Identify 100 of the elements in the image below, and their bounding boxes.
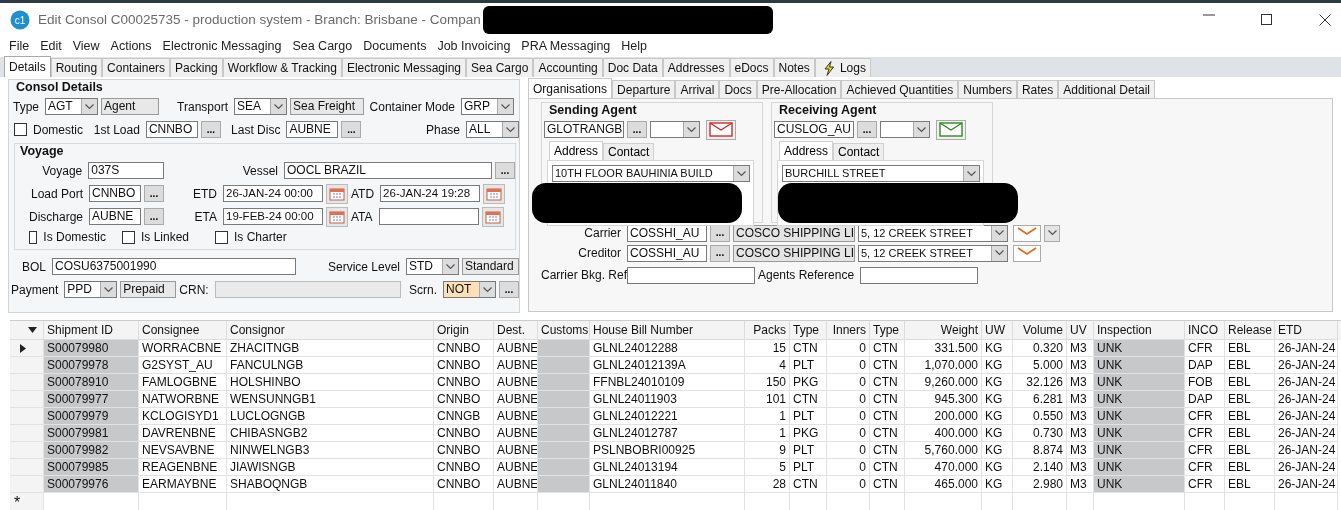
text-field[interactable]: GLOTRANGB (544, 121, 624, 138)
dropdown[interactable] (880, 121, 930, 138)
text-field[interactable]: CUSLOG_AU (774, 121, 854, 138)
tab[interactable]: Electronic Messaging (341, 58, 466, 77)
tab[interactable]: Routing (50, 58, 103, 77)
column-header[interactable]: Origin (434, 321, 494, 340)
tab[interactable]: Workflow & Tracking (222, 58, 342, 77)
lookup-button[interactable]: ... (341, 121, 362, 138)
email-button[interactable] (936, 119, 966, 140)
dropdown[interactable]: BURCHILL STREET (782, 165, 980, 182)
tab[interactable]: eDocs (729, 58, 774, 77)
text-field[interactable]: 19-FEB-24 00:00 (223, 208, 323, 225)
column-header[interactable]: Weight (905, 321, 982, 340)
column-header[interactable]: Consignee (139, 321, 227, 340)
text-field[interactable] (627, 266, 755, 284)
lookup-button[interactable]: ... (495, 162, 515, 179)
column-header[interactable]: Type (790, 321, 827, 340)
tab[interactable]: Contact (603, 143, 655, 160)
tab[interactable]: Accounting (533, 58, 603, 77)
tab[interactable]: Arrival (675, 80, 720, 98)
text-field[interactable]: AUBNE (286, 121, 339, 138)
email-button[interactable] (1013, 224, 1041, 242)
tab[interactable]: Packing (170, 58, 223, 77)
tab[interactable]: Doc Data (602, 58, 663, 77)
text-field[interactable] (860, 266, 978, 284)
column-header[interactable]: UW (982, 321, 1013, 340)
checkbox[interactable] (14, 123, 27, 136)
menu-item[interactable]: PRA Messaging (515, 38, 616, 53)
dropdown[interactable]: PPD (64, 281, 118, 298)
menu-item[interactable]: Help (615, 38, 652, 53)
column-header[interactable]: Volume (1013, 321, 1067, 340)
menu-item[interactable]: Electronic Messaging (156, 38, 287, 53)
column-header[interactable]: Release (1225, 321, 1275, 340)
text-field[interactable]: 037S (88, 162, 165, 179)
row-selector[interactable] (10, 340, 44, 357)
tab[interactable]: Additional Detail (1058, 80, 1155, 98)
tab[interactable]: Addresses (662, 58, 730, 77)
lookup-button[interactable]: ... (200, 121, 221, 138)
dropdown[interactable]: GRP (461, 98, 514, 115)
tab[interactable]: Details (4, 56, 51, 77)
calendar-button[interactable] (326, 183, 348, 204)
lookup-button[interactable]: ... (144, 208, 164, 225)
calendar-button[interactable] (481, 206, 504, 227)
text-field[interactable] (378, 208, 479, 225)
text-field[interactable]: 26-JAN-24 00:00 (223, 185, 323, 202)
text-field[interactable]: CNNBO (145, 121, 198, 138)
column-header[interactable]: Inners (827, 321, 870, 340)
text-field[interactable]: CNNBO (89, 185, 141, 202)
column-header[interactable]: Dest. (494, 321, 538, 340)
menu-item[interactable]: Edit (34, 38, 67, 53)
menu-item[interactable]: View (66, 38, 105, 53)
tab[interactable]: Contact (833, 143, 885, 160)
column-header[interactable]: Type (870, 321, 905, 340)
dropdown[interactable]: STD (406, 258, 459, 275)
column-header[interactable]: INCO (1185, 321, 1225, 340)
text-field[interactable]: COSSHI_AU (627, 244, 707, 262)
new-row-marker[interactable]: * (10, 493, 44, 510)
lookup-button[interactable]: ... (857, 121, 877, 138)
checkbox[interactable] (122, 230, 135, 244)
tab[interactable]: Docs (719, 80, 757, 98)
text-field[interactable]: COSU6375001990 (52, 258, 296, 275)
text-field[interactable]: AUBNE (89, 208, 141, 225)
lookup-button[interactable]: ... (499, 281, 519, 298)
dropdown[interactable]: 5, 12 CREEK STREET (858, 224, 1008, 242)
tab[interactable]: Departure (612, 80, 676, 98)
menu-item[interactable]: Documents (357, 38, 432, 53)
tab[interactable]: Containers (102, 58, 171, 77)
tab[interactable]: Achieved Quantities (841, 80, 959, 98)
column-header[interactable]: ETD (1275, 321, 1338, 340)
column-header[interactable]: Packs (745, 321, 790, 340)
tab[interactable]: Numbers (958, 80, 1017, 98)
dropdown[interactable]: SEA (234, 98, 287, 115)
calendar-button[interactable] (326, 206, 348, 227)
tab[interactable]: Logs (814, 58, 871, 77)
menu-item[interactable]: Sea Cargo (286, 38, 358, 53)
dropdown[interactable]: NOT (443, 281, 496, 298)
lookup-button[interactable]: ... (144, 185, 164, 202)
menu-item[interactable]: Job Invoicing (431, 38, 516, 53)
tab[interactable]: Pre-Allocation (756, 80, 842, 98)
dropdown[interactable] (650, 121, 700, 138)
column-header[interactable]: Consignor (227, 321, 434, 340)
menu-item[interactable]: Actions (104, 38, 157, 53)
tab[interactable]: Organisations (528, 78, 613, 98)
column-header[interactable]: UV (1067, 321, 1094, 340)
column-header[interactable]: House Bill Number (590, 321, 745, 340)
dropdown-button[interactable] (1044, 224, 1060, 242)
lookup-button[interactable]: ... (627, 121, 647, 138)
lookup-button[interactable]: ... (710, 244, 730, 262)
dropdown[interactable]: ALL (466, 121, 519, 138)
tab[interactable]: Address (779, 141, 834, 160)
dropdown[interactable]: 5, 12 CREEK STREET (858, 244, 1008, 262)
email-button[interactable] (1013, 244, 1041, 262)
dropdown[interactable]: AGT (45, 98, 98, 115)
text-field[interactable]: 26-JAN-24 19:28 (380, 185, 481, 202)
dropdown[interactable]: 10TH FLOOR BAUHINIA BUILD (552, 165, 750, 182)
tab[interactable]: Sea Cargo (466, 58, 534, 77)
tab[interactable]: Notes (773, 58, 815, 77)
menu-item[interactable]: File (3, 38, 35, 53)
checkbox[interactable] (215, 230, 228, 244)
email-button[interactable] (706, 119, 736, 140)
